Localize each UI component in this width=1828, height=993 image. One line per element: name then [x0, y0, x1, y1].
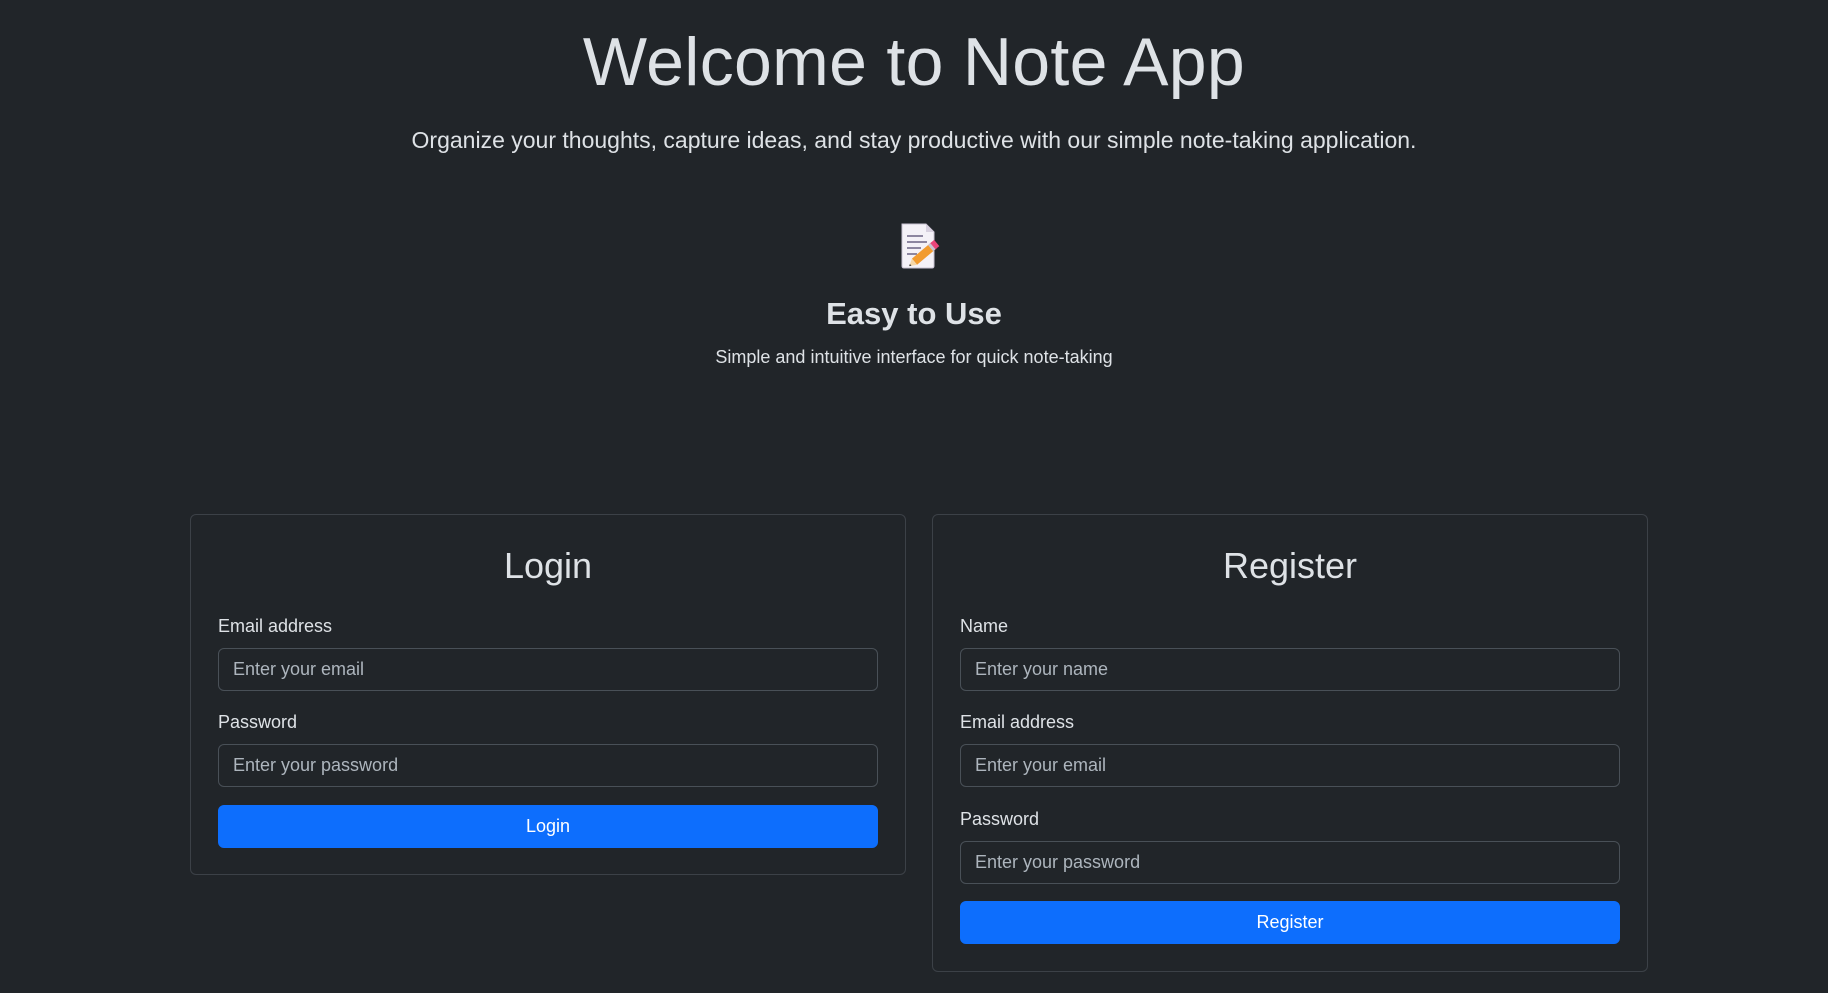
- register-password-label: Password: [960, 809, 1040, 829]
- register-email-label: Email address: [960, 712, 1075, 732]
- register-card: Register Name Email address Password Reg…: [932, 514, 1648, 972]
- memo-icon: [901, 223, 940, 269]
- register-password-input[interactable]: [960, 841, 1620, 884]
- login-email-input[interactable]: [218, 648, 878, 691]
- login-card: Login Email address Password Login: [190, 514, 906, 875]
- page-title: Welcome to Note App: [582, 24, 1246, 100]
- login-password-input[interactable]: [218, 744, 878, 787]
- login-email-label: Email address: [218, 616, 333, 636]
- feature-title: Easy to Use: [826, 296, 1002, 331]
- login-password-label: Password: [218, 712, 298, 732]
- login-title: Login: [503, 545, 593, 586]
- register-title: Register: [1222, 545, 1358, 586]
- register-name-input[interactable]: [960, 648, 1620, 691]
- register-button[interactable]: Register: [960, 901, 1620, 944]
- feature-description: Simple and intuitive interface for quick…: [715, 347, 1113, 367]
- register-email-input[interactable]: [960, 744, 1620, 787]
- register-name-label: Name: [960, 616, 1009, 636]
- login-button[interactable]: Login: [218, 805, 878, 848]
- page-lead: Organize your thoughts, capture ideas, a…: [411, 127, 1417, 153]
